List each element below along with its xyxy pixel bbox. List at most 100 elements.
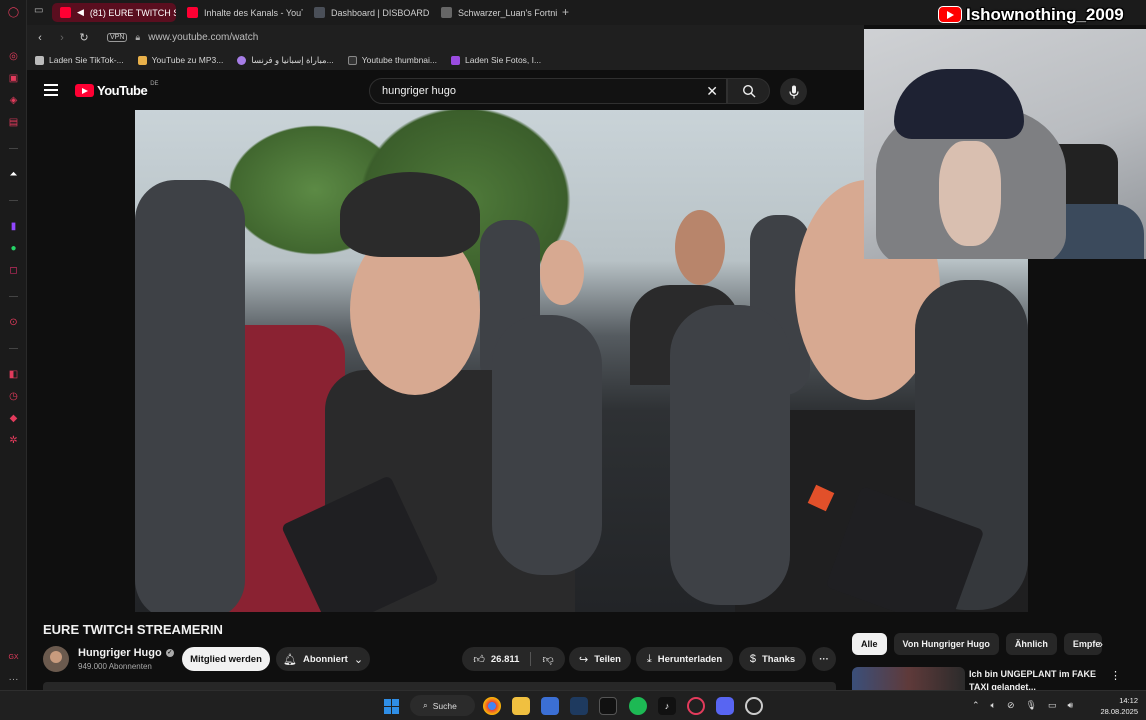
thumbs-up-icon[interactable]: 👍︎ — [473, 653, 485, 666]
chevron-right-icon[interactable]: › — [1099, 637, 1103, 651]
opera-logo-icon[interactable]: ◯ — [6, 5, 21, 20]
tab-fortnite[interactable]: Schwarzer_Luan's Fortnit... — [433, 3, 557, 22]
join-button[interactable]: Mitglied werden — [182, 647, 270, 671]
tiktok-icon[interactable]: ♪ — [658, 697, 676, 715]
bookmark-thumbnail[interactable]: Youtube thumbnai... — [347, 55, 437, 65]
workspaces-icon[interactable]: ▭ — [34, 5, 43, 16]
subscribed-button[interactable]: 🔔︎ Abonniert ⌄ — [276, 647, 370, 671]
chrome-icon[interactable] — [483, 697, 501, 715]
page-icon — [347, 55, 357, 65]
taskbar-search[interactable]: ⌕ Suche — [410, 695, 475, 716]
channel-avatar[interactable] — [43, 646, 69, 672]
chip-all[interactable]: Alle — [852, 633, 887, 655]
description-box[interactable] — [43, 682, 836, 690]
reload-icon[interactable]: ↻ — [75, 31, 93, 44]
clear-search-icon[interactable]: ✕ — [706, 83, 718, 100]
recommendation-thumbnail[interactable] — [852, 667, 965, 690]
voice-search-button[interactable] — [780, 78, 807, 105]
windows-start-icon[interactable] — [384, 699, 399, 714]
lock-icon[interactable]: 🔒︎ — [135, 32, 140, 43]
bookmark-favicon-icon — [237, 55, 247, 65]
network-off-icon[interactable]: ⊘ — [1007, 700, 1015, 711]
speed-dial-icon[interactable]: ⊙ — [6, 315, 21, 330]
chip-recommended[interactable]: Empfe — [1063, 633, 1102, 655]
browser-sidebar: ◯ ◎ ▣ ◈ ▤ ⏶ ▮ ● ◻ ⊙ ◧ ◷ ◆ ✲ GX ··· — [0, 0, 27, 690]
speaker-icon[interactable]: 🔈︎ — [991, 700, 996, 711]
gx-icon[interactable]: GX — [6, 650, 21, 665]
twitch-icon[interactable]: ▮ — [6, 219, 21, 234]
settings-gear-icon[interactable]: ✲ — [6, 433, 21, 448]
back-arrow-icon[interactable]: ‹ — [31, 32, 49, 44]
crypto-wallet-icon[interactable]: ▣ — [6, 71, 21, 86]
bookmark-match[interactable]: مباراة إسبانيا و فرنسا... — [237, 55, 334, 66]
download-icon — [35, 55, 44, 65]
microsoft-store-icon[interactable] — [541, 697, 559, 715]
tab-disboard[interactable]: Dashboard | DISBOARD: I... — [306, 3, 430, 22]
youtube-favicon-icon — [187, 7, 198, 18]
extensions-icon[interactable]: ◆ — [6, 411, 21, 426]
address-bar: ‹ › ↻ VPN 🔒︎ www.youtube.com/watch — [27, 25, 864, 50]
volume-icon[interactable]: 🔊︎ — [1067, 700, 1073, 711]
chip-from-channel[interactable]: Von Hungriger Hugo — [893, 633, 999, 655]
video-title: EURE TWITCH STREAMERIN — [43, 622, 223, 637]
channel-name[interactable]: Hungriger Hugo ✓ — [78, 647, 174, 659]
recommendation-title[interactable]: Ich bin UNGEPLANT im FAKE TAXI gelandet.… — [969, 668, 1099, 690]
bookmarks-bar: Laden Sie TikTok-... YouTube zu MP3... م… — [27, 50, 864, 70]
kebab-menu-icon[interactable]: ⋮ — [1110, 669, 1121, 682]
discord-icon[interactable] — [716, 697, 734, 715]
system-tray: ⌃ 🔈︎ ⊘ 🎙︎ ▭ 🔊︎ — [972, 700, 1073, 711]
bookmark-photos[interactable]: Laden Sie Fotos, I... — [451, 55, 541, 65]
app-icon[interactable] — [745, 697, 763, 715]
games-icon[interactable]: ◧ — [6, 367, 21, 382]
whatsapp-icon[interactable]: ● — [6, 241, 21, 256]
aria-ai-icon[interactable]: ⏶ — [6, 167, 21, 182]
more-actions-button[interactable]: ··· — [812, 647, 836, 671]
youtube-logo[interactable]: YouTube DE — [75, 81, 159, 98]
youtube-favicon-icon — [60, 7, 71, 18]
bookmark-tiktok[interactable]: Laden Sie TikTok-... — [35, 55, 124, 65]
like-count[interactable]: 26.811 — [491, 654, 520, 665]
chip-related[interactable]: Ähnlich — [1005, 633, 1057, 655]
video-frame — [135, 180, 245, 612]
chevron-down-icon: ⌄ — [353, 653, 364, 666]
url-field[interactable]: www.youtube.com/watch — [148, 32, 258, 43]
opera-gx-icon[interactable] — [687, 697, 705, 715]
share-button[interactable]: ↪ Teilen — [569, 647, 631, 671]
tab-channel-content[interactable]: Inhalte des Kanals - YouT... — [179, 3, 303, 22]
monitor-icon[interactable]: ▭ — [1048, 700, 1057, 711]
clock[interactable]: 14:12 28.08.2025 — [1094, 695, 1138, 717]
search-button[interactable] — [727, 78, 770, 104]
download-icon: ⤓ — [646, 652, 652, 665]
bookmark-youtube-mp3[interactable]: YouTube zu MP3... — [137, 55, 223, 65]
chevron-up-icon[interactable]: ⌃ — [972, 700, 980, 711]
video-frame — [675, 210, 725, 285]
capcut-icon[interactable] — [599, 697, 617, 715]
thanks-button[interactable]: $ Thanks — [739, 647, 806, 671]
more-icon[interactable]: ··· — [6, 672, 21, 687]
tab-active-video[interactable]: ◀ (81) EURE TWITCH ST... — [52, 3, 176, 22]
player-icon[interactable]: ◈ — [6, 93, 21, 108]
new-tab-button[interactable]: + — [562, 5, 569, 19]
clock-time: 14:12 — [1119, 696, 1138, 705]
instagram-icon[interactable]: ◻ — [6, 263, 21, 278]
download-button[interactable]: ⤓ Herunterladen — [636, 647, 733, 671]
thumbs-down-icon[interactable]: 👎︎ — [542, 653, 553, 666]
vpn-badge[interactable]: VPN — [107, 33, 128, 42]
search-input[interactable] — [382, 85, 672, 97]
twitch-sidebar-icon[interactable]: ▤ — [6, 115, 21, 130]
forward-arrow-icon[interactable]: › — [53, 32, 71, 44]
aria-icon[interactable]: ◎ — [6, 49, 21, 64]
tab-label: Inhalte des Kanals - YouT... — [204, 7, 303, 18]
youtube-play-icon — [75, 84, 94, 97]
video-frame — [540, 240, 584, 305]
channel-row: Hungriger Hugo ✓ 949.000 Abonnenten Mitg… — [43, 645, 843, 675]
disboard-favicon-icon — [314, 7, 325, 18]
bookmark-favicon-icon — [451, 55, 461, 65]
video-frame — [492, 315, 602, 575]
file-explorer-icon[interactable] — [512, 697, 530, 715]
app-icon[interactable] — [570, 697, 588, 715]
history-icon[interactable]: ◷ — [6, 389, 21, 404]
spotify-icon[interactable] — [629, 697, 647, 715]
menu-hamburger-icon[interactable] — [44, 84, 58, 96]
microphone-icon[interactable]: 🎙︎ — [1026, 700, 1037, 711]
